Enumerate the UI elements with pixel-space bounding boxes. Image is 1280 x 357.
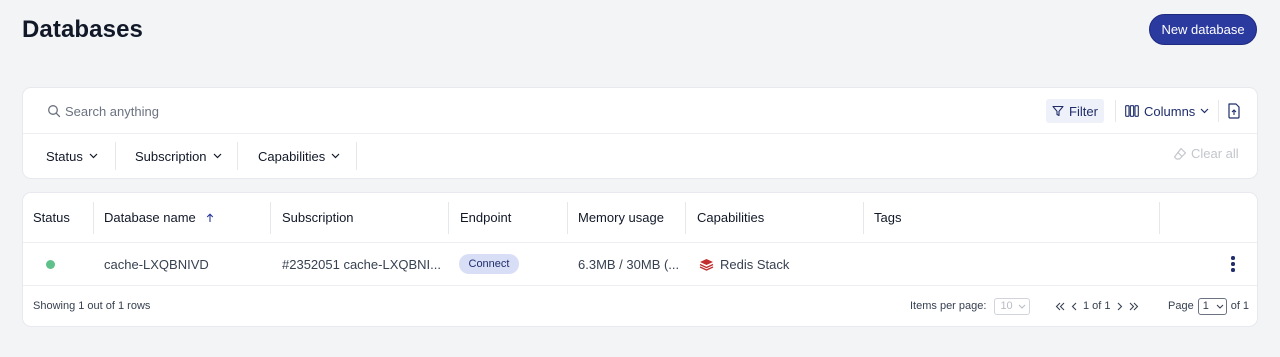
previous-page-icon[interactable] [1071, 302, 1077, 311]
chevron-down-icon [1216, 304, 1224, 309]
divider [115, 142, 116, 170]
page-selector: Page 1 of 1 [1168, 286, 1249, 326]
column-header-tags[interactable]: Tags [874, 193, 901, 242]
subscription-link[interactable]: #2352051 cache-LXQBNI... [282, 243, 441, 285]
chevron-down-icon [1200, 108, 1209, 114]
divider [1218, 100, 1219, 122]
chevron-down-icon [331, 153, 340, 159]
new-database-button[interactable]: New database [1149, 14, 1257, 45]
chevron-down-icon [1019, 304, 1026, 309]
next-page-icon[interactable] [1117, 302, 1123, 311]
divider [863, 202, 864, 234]
funnel-icon [1052, 105, 1064, 117]
page-select[interactable]: 1 [1197, 297, 1227, 315]
row-count-text: Showing 1 out of 1 rows [33, 300, 151, 312]
status-filter-label: Status [46, 148, 83, 164]
column-header-endpoint[interactable]: Endpoint [460, 193, 511, 242]
status-filter-dropdown[interactable]: Status [46, 134, 98, 178]
databases-table: Status Database name Subscription Endpoi… [23, 193, 1257, 326]
status-active-icon [46, 259, 55, 269]
memory-usage-cell: 6.3MB / 30MB (... [578, 256, 680, 272]
page-title: Databases [22, 16, 143, 43]
divider [1159, 202, 1160, 234]
subscription-filter-dropdown[interactable]: Subscription [135, 134, 222, 178]
divider [356, 142, 357, 170]
database-name-link[interactable]: cache-LXQBNIVD [104, 243, 209, 285]
filter-panel: Filter Columns Status Subscription [23, 88, 1257, 178]
column-header-capabilities[interactable]: Capabilities [697, 193, 764, 242]
divider [93, 202, 94, 234]
column-header-subscription[interactable]: Subscription [282, 193, 354, 242]
sort-ascending-icon[interactable] [206, 212, 214, 223]
divider [1115, 100, 1116, 122]
columns-label: Columns [1144, 103, 1196, 119]
pagination: 1 of 1 [1055, 286, 1139, 326]
capability-label: Redis Stack [720, 256, 790, 272]
status-cell [46, 243, 55, 285]
page-total-text: of 1 [1230, 300, 1250, 312]
divider [685, 202, 686, 234]
clear-all-button[interactable]: Clear all [1173, 146, 1239, 161]
redis-stack-icon [699, 258, 714, 271]
items-per-page-select[interactable]: 10 [994, 297, 1031, 315]
page-label: Page [1168, 300, 1194, 312]
subscription-filter-label: Subscription [135, 148, 207, 164]
filter-button[interactable]: Filter [1046, 99, 1104, 123]
columns-icon [1125, 105, 1139, 117]
items-per-page: Items per page: 10 [910, 286, 1031, 326]
divider [448, 202, 449, 234]
row-actions-cell [1227, 243, 1239, 285]
search-icon [48, 105, 61, 118]
eraser-icon [1173, 147, 1187, 160]
chevron-down-icon [89, 153, 98, 159]
divider [270, 202, 271, 234]
connect-button[interactable]: Connect [459, 254, 519, 274]
first-page-icon[interactable] [1055, 302, 1065, 311]
items-per-page-label: Items per page: [910, 300, 987, 312]
column-header-memory-usage[interactable]: Memory usage [578, 193, 664, 242]
last-page-icon[interactable] [1129, 302, 1139, 311]
columns-button[interactable]: Columns [1125, 99, 1209, 123]
column-header-database-name[interactable]: Database name [104, 193, 214, 242]
clear-all-label: Clear all [1191, 146, 1239, 161]
search-row: Filter Columns [23, 88, 1257, 134]
filter-label: Filter [1069, 103, 1098, 119]
divider [567, 202, 568, 234]
column-header-status[interactable]: Status [33, 193, 70, 242]
capabilities-filter-dropdown[interactable]: Capabilities [258, 134, 340, 178]
export-icon[interactable] [1227, 103, 1241, 119]
more-options-icon[interactable] [1227, 254, 1239, 274]
capabilities-cell: Redis Stack [699, 243, 789, 285]
chevron-down-icon [213, 153, 221, 159]
search-input[interactable] [65, 100, 485, 122]
divider [237, 142, 238, 170]
capabilities-filter-label: Capabilities [258, 148, 326, 164]
page-range-text: 1 of 1 [1083, 300, 1111, 312]
endpoint-cell: Connect [459, 243, 519, 285]
